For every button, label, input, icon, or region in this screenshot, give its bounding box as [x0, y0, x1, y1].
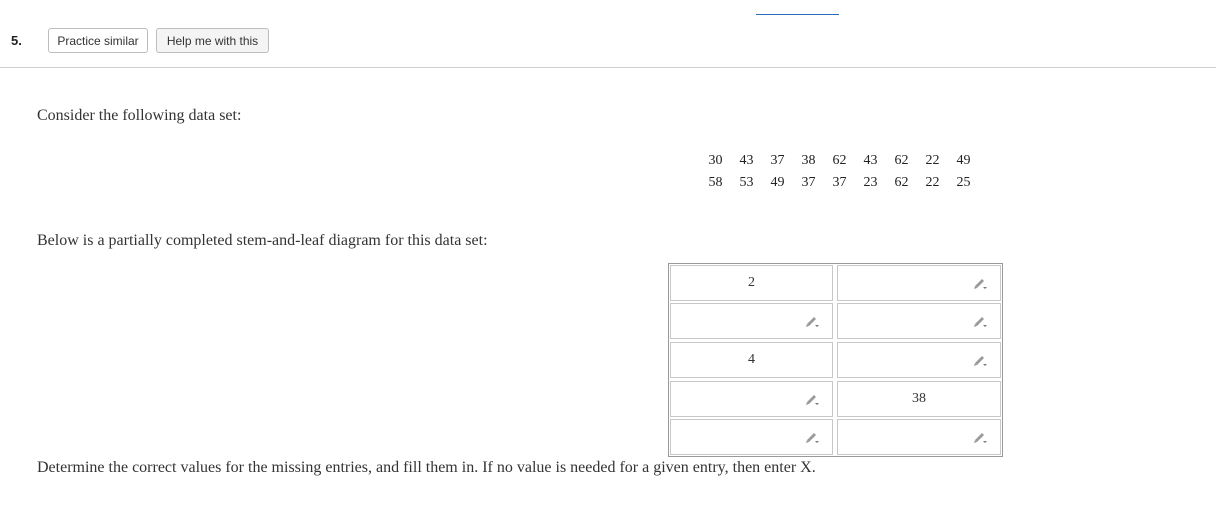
stem-leaf-row: 38 — [669, 380, 1002, 418]
stem-input[interactable] — [670, 381, 833, 417]
data-set: 30 43 37 38 62 43 62 22 49 58 53 49 37 3… — [700, 150, 979, 194]
active-tab-indicator — [756, 14, 839, 15]
data-value: 58 — [708, 175, 723, 190]
data-value: 62 — [894, 153, 909, 168]
stem-value: 4 — [670, 342, 833, 378]
data-value: 37 — [832, 175, 847, 190]
pencil-icon[interactable] — [804, 430, 820, 444]
stem-leaf-row: 2 — [669, 264, 1002, 302]
help-me-button[interactable]: Help me with this — [156, 28, 269, 53]
stem-value: 2 — [670, 265, 833, 301]
stem-leaf-row: 4 — [669, 341, 1002, 379]
data-value: 37 — [770, 153, 785, 168]
stem-text: 2 — [748, 275, 755, 290]
pencil-icon[interactable] — [972, 353, 988, 367]
data-row-1: 30 43 37 38 62 43 62 22 49 — [700, 150, 979, 172]
data-value: 53 — [739, 175, 754, 190]
stem-input[interactable] — [670, 303, 833, 339]
data-value: 25 — [956, 175, 971, 190]
data-value: 62 — [832, 153, 847, 168]
data-value: 23 — [863, 175, 878, 190]
pencil-icon[interactable] — [804, 314, 820, 328]
pencil-icon[interactable] — [972, 276, 988, 290]
stem-leaf-diagram: 2 4 38 — [668, 263, 1003, 457]
intro-text: Consider the following data set: — [37, 107, 242, 124]
question-number: 5. — [11, 33, 22, 48]
header-divider — [0, 67, 1216, 68]
leaf-input[interactable] — [837, 342, 1001, 378]
pencil-icon[interactable] — [972, 430, 988, 444]
data-value: 49 — [956, 153, 971, 168]
leaf-input[interactable] — [837, 419, 1001, 455]
pencil-icon[interactable] — [804, 392, 820, 406]
practice-similar-button[interactable]: Practice similar — [48, 28, 148, 53]
leaf-text: 38 — [912, 391, 926, 406]
data-value: 49 — [770, 175, 785, 190]
data-value: 43 — [863, 153, 878, 168]
stem-leaf-row — [669, 302, 1002, 340]
data-value: 22 — [925, 175, 940, 190]
leaf-input[interactable] — [837, 265, 1001, 301]
leaf-value: 38 — [837, 381, 1001, 417]
pencil-icon[interactable] — [972, 314, 988, 328]
stem-text: 4 — [748, 352, 755, 367]
top-tabs — [0, 0, 1216, 20]
data-row-2: 58 53 49 37 37 23 62 22 25 — [700, 172, 979, 194]
stem-leaf-row — [669, 418, 1002, 456]
data-value: 37 — [801, 175, 816, 190]
data-value: 22 — [925, 153, 940, 168]
diagram-intro-text: Below is a partially completed stem-and-… — [37, 232, 488, 249]
instructions-text: Determine the correct values for the mis… — [37, 459, 816, 476]
leaf-input[interactable] — [837, 303, 1001, 339]
data-value: 62 — [894, 175, 909, 190]
stem-input[interactable] — [670, 419, 833, 455]
data-value: 30 — [708, 153, 723, 168]
data-value: 38 — [801, 153, 816, 168]
data-value: 43 — [739, 153, 754, 168]
